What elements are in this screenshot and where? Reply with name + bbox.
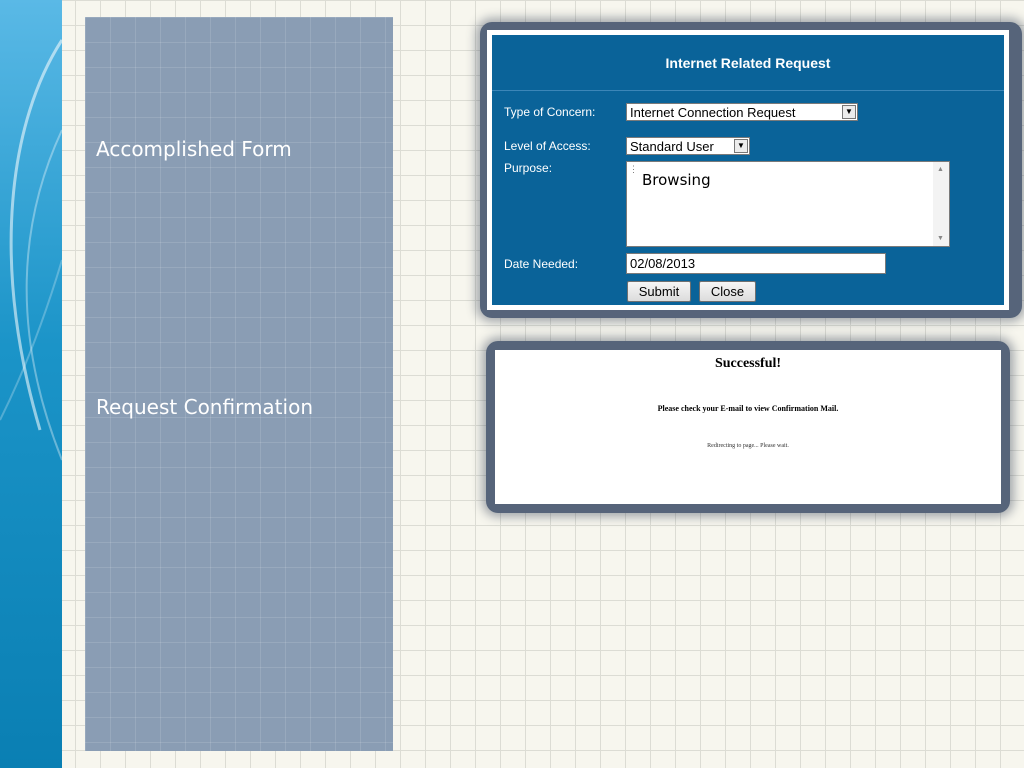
chevron-down-icon[interactable]: ▼ <box>842 105 856 119</box>
level-of-access-label: Level of Access: <box>504 139 591 153</box>
type-of-concern-value: Internet Connection Request <box>630 105 796 120</box>
confirmation-message: Please check your E-mail to view Confirm… <box>657 404 839 413</box>
type-of-concern-select[interactable]: Internet Connection Request ▼ <box>626 103 858 121</box>
date-needed-label: Date Needed: <box>504 257 579 271</box>
label-request-confirmation: Request Confirmation <box>96 395 313 419</box>
scroll-down-icon[interactable]: ▼ <box>937 235 944 242</box>
decorative-side-strip <box>0 0 62 768</box>
date-needed-input[interactable]: 02/08/2013 <box>626 253 886 274</box>
type-of-concern-label: Type of Concern: <box>504 105 596 119</box>
decorative-swoosh <box>0 39 62 461</box>
label-panel <box>85 17 393 751</box>
level-of-access-value: Standard User <box>630 139 714 154</box>
purpose-value: Browsing <box>642 171 711 189</box>
form-divider <box>492 90 1004 91</box>
confirmation-page: Successful! Please check your E-mail to … <box>495 350 1001 504</box>
form-title: Internet Related Request <box>665 55 831 71</box>
submit-button[interactable]: Submit <box>627 281 691 302</box>
close-button[interactable]: Close <box>699 281 756 302</box>
internet-request-form: Internet Related Request Type of Concern… <box>492 35 1004 305</box>
purpose-textarea[interactable]: ⋮ Browsing ▲ ▼ <box>626 161 950 247</box>
resize-grip-icon: ⋮ <box>629 164 638 174</box>
level-of-access-select[interactable]: Standard User ▼ <box>626 137 750 155</box>
purpose-scrollbar[interactable]: ▲ ▼ <box>933 162 949 246</box>
label-accomplished-form: Accomplished Form <box>96 137 292 161</box>
purpose-label: Purpose: <box>504 161 553 175</box>
chevron-down-icon[interactable]: ▼ <box>734 139 748 153</box>
confirmation-title: Successful! <box>714 356 782 371</box>
scroll-up-icon[interactable]: ▲ <box>937 166 944 173</box>
redirect-message: Redirecting to page... Please wait. <box>707 443 789 449</box>
